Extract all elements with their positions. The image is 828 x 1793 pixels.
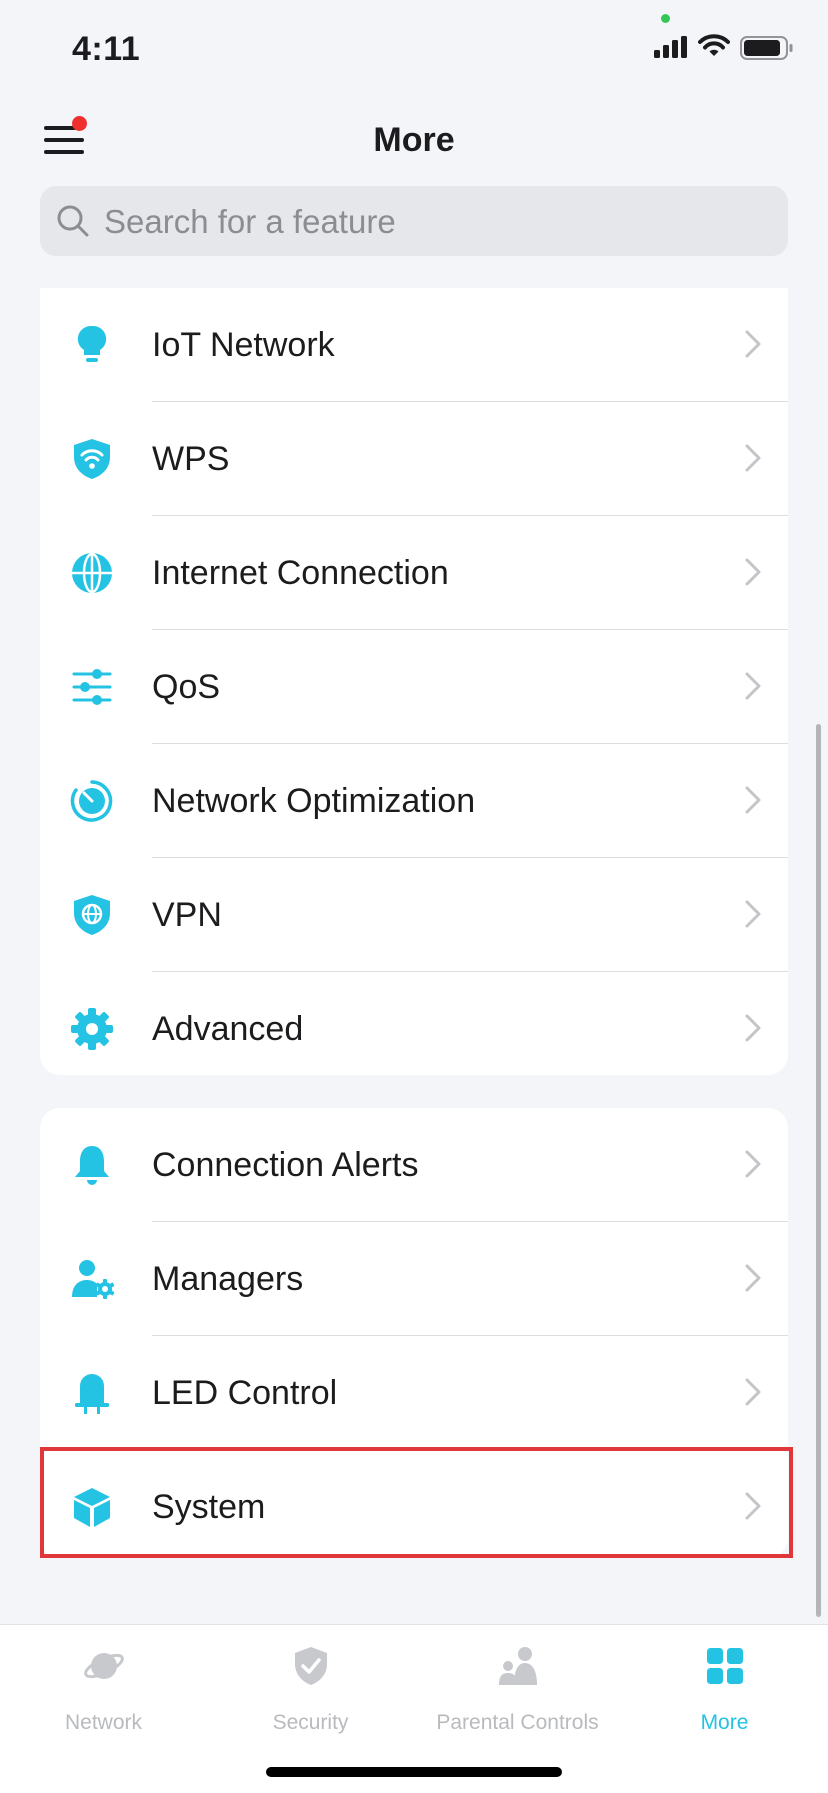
menu-item-label: WPS [152, 440, 230, 478]
grid-icon [707, 1648, 743, 1684]
menu-item-system[interactable]: System [40, 1450, 788, 1564]
menu-item-label: LED Control [152, 1374, 338, 1412]
bell-icon [75, 1146, 109, 1185]
status-bar: 4:11 [0, 0, 828, 100]
tab-label: Network [64, 1711, 143, 1734]
page-title: More [373, 121, 455, 159]
menu-item-label: VPN [152, 896, 222, 934]
user-gear-icon [72, 1260, 114, 1299]
tab-label: More [700, 1711, 749, 1734]
menu-item-label: Connection Alerts [152, 1146, 419, 1184]
menu-item-wps[interactable]: WPS [40, 402, 788, 516]
tab-label: Parental Controls [436, 1711, 599, 1734]
chevron-right-icon [745, 672, 761, 700]
chevron-right-icon [745, 1264, 761, 1292]
tab-label: Security [272, 1711, 349, 1734]
lightbulb-icon [77, 325, 107, 362]
chevron-right-icon [745, 1492, 761, 1520]
menu-item-advanced[interactable]: Advanced [40, 972, 788, 1086]
tab-network[interactable]: Network [0, 1625, 207, 1745]
search-bar[interactable] [40, 186, 788, 258]
menu-item-label: Managers [152, 1260, 304, 1298]
menu-item-managers[interactable]: Managers [40, 1222, 788, 1336]
chevron-right-icon [745, 1378, 761, 1406]
tab-more[interactable]: More [621, 1625, 828, 1745]
home-indicator [266, 1767, 562, 1777]
speedometer-icon [70, 780, 113, 822]
menu-item-network-optimization[interactable]: Network Optimization [40, 744, 788, 858]
wifi-shield-icon [74, 439, 110, 479]
planet-icon [84, 1653, 124, 1679]
menu-item-label: Internet Connection [152, 554, 449, 592]
menu-item-label: Advanced [152, 1010, 304, 1048]
cellular-signal-icon [654, 36, 687, 58]
chevron-right-icon [745, 900, 761, 928]
gear-icon [71, 1008, 113, 1050]
chevron-right-icon [745, 330, 761, 358]
family-icon [499, 1647, 537, 1685]
search-icon [57, 205, 89, 237]
globe-icon [72, 552, 112, 594]
scrollbar[interactable] [816, 724, 821, 1617]
search-input[interactable] [102, 186, 766, 258]
chevron-right-icon [745, 1150, 761, 1178]
menu-item-iot-network[interactable]: IoT Network [40, 288, 788, 402]
status-time: 4:11 [72, 30, 141, 68]
chevron-right-icon [745, 786, 761, 814]
feature-group-network: IoT Network WPS Internet Connection QoS … [40, 288, 788, 1075]
menu-item-label: QoS [152, 668, 221, 706]
cube-icon [74, 1488, 110, 1527]
menu-item-label: Network Optimization [152, 782, 476, 820]
battery-icon [740, 36, 793, 60]
feature-group-system: Connection Alerts Managers LED Control S… [40, 1108, 788, 1558]
camera-indicator-dot [661, 14, 670, 23]
menu-item-qos[interactable]: QoS [40, 630, 788, 744]
vpn-shield-icon [74, 895, 110, 935]
menu-item-label: IoT Network [152, 326, 335, 364]
chevron-right-icon [745, 558, 761, 586]
header: More [0, 100, 828, 180]
menu-item-vpn[interactable]: VPN [40, 858, 788, 972]
tab-parental-controls[interactable]: Parental Controls [414, 1625, 621, 1745]
menu-item-led-control[interactable]: LED Control [40, 1336, 788, 1450]
menu-item-label: System [152, 1488, 266, 1526]
chevron-right-icon [745, 444, 761, 472]
tab-security[interactable]: Security [207, 1625, 414, 1745]
shield-check-icon [295, 1647, 327, 1685]
chevron-right-icon [745, 1014, 761, 1042]
menu-item-connection-alerts[interactable]: Connection Alerts [40, 1108, 788, 1222]
menu-item-internet-connection[interactable]: Internet Connection [40, 516, 788, 630]
sliders-icon [72, 669, 112, 705]
wifi-icon [698, 34, 730, 56]
led-icon [75, 1374, 109, 1414]
